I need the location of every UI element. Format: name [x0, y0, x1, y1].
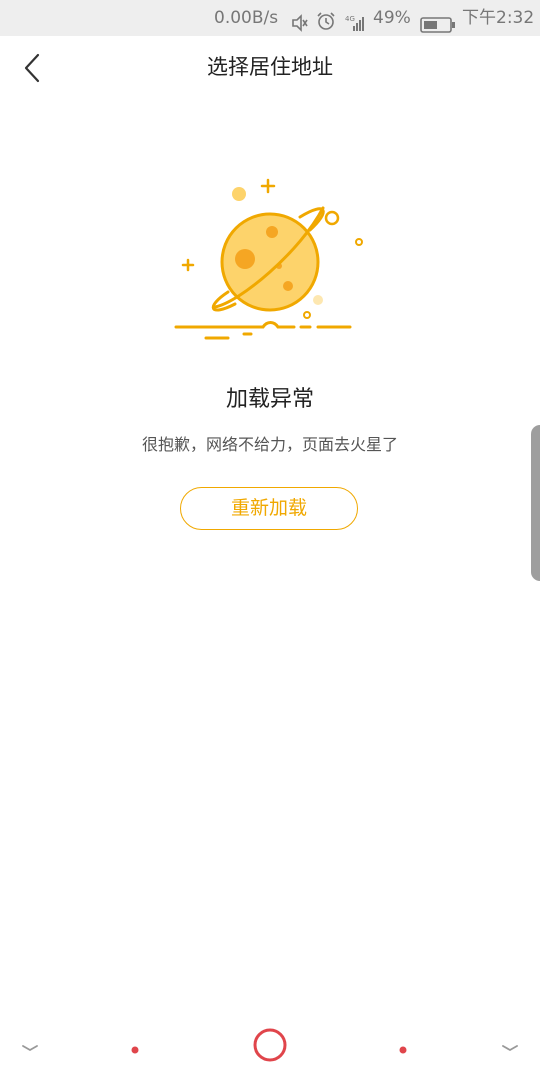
network-speed: 0.00B/s	[214, 8, 279, 28]
back-button[interactable]	[10, 46, 54, 90]
planet-illustration	[170, 172, 370, 352]
alarm-icon	[316, 8, 336, 30]
mute-icon	[290, 9, 308, 32]
reload-button[interactable]: 重新加载	[180, 487, 358, 530]
home-circle-icon[interactable]	[252, 1027, 288, 1067]
clock: 下午2:32	[462, 8, 535, 28]
error-description: 很抱歉，网络不给力，页面去火星了	[141, 435, 398, 454]
bottom-navigation	[0, 1010, 540, 1080]
chevron-down-icon[interactable]	[500, 1038, 520, 1057]
status-bar: 0.00B/s 4G 49% 下午2:32	[0, 0, 540, 36]
chevron-down-icon[interactable]	[20, 1038, 40, 1057]
network-type: 4G	[345, 15, 355, 23]
navigation-bar: 选择居住地址	[0, 36, 540, 98]
battery-percent: 49%	[373, 8, 411, 28]
page-title: 选择居住地址	[207, 55, 333, 79]
signal-icon: 4G	[345, 9, 367, 31]
chevron-left-icon	[24, 53, 40, 83]
side-panel-handle[interactable]	[531, 425, 540, 581]
battery-icon	[420, 10, 456, 33]
nav-dot-right[interactable]	[398, 1040, 408, 1059]
error-title: 加载异常	[225, 387, 314, 412]
nav-dot-left[interactable]	[130, 1040, 140, 1059]
